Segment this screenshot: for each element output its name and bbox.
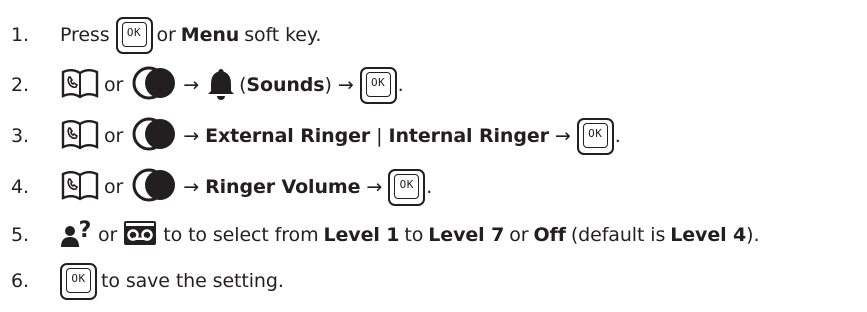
phonebook-icon: [60, 66, 100, 105]
level-7-label: Level 7: [428, 224, 505, 246]
step-text: or: [156, 24, 176, 46]
bell-icon: [207, 66, 235, 105]
off-label: Off: [533, 224, 566, 246]
ok-key-icon: OK: [115, 16, 153, 54]
step-text: ).: [746, 224, 760, 246]
step-text: or: [509, 224, 529, 246]
step-number: 3.: [11, 125, 29, 147]
step-text: or: [98, 224, 118, 246]
separator: |: [376, 125, 383, 147]
paren: (: [239, 74, 247, 96]
external-ringer-label: External Ringer: [205, 125, 371, 147]
period: .: [397, 74, 404, 96]
step-text: Press: [60, 24, 110, 46]
arrow: →: [366, 176, 383, 198]
step-number: 6.: [11, 270, 29, 292]
ringer-volume-label: Ringer Volume: [205, 176, 361, 198]
step-text: or: [104, 125, 124, 147]
ok-key-icon: OK: [388, 168, 426, 206]
answering-machine-icon: [123, 219, 157, 252]
arrow: →: [183, 125, 200, 147]
level-4-label: Level 4: [670, 224, 747, 246]
ok-key-icon: OK: [359, 66, 397, 104]
step-number: 4.: [11, 176, 29, 198]
step-text: or: [104, 74, 124, 96]
volume-knob-icon: [131, 167, 177, 208]
step-text: to save the setting.: [101, 270, 284, 292]
menu-softkey-label: Menu: [180, 24, 240, 46]
arrow: →: [337, 74, 354, 96]
step-text: (default is: [570, 224, 666, 246]
volume-knob-icon: [131, 65, 177, 106]
step-text: soft key.: [244, 24, 322, 46]
internal-ringer-label: Internal Ringer: [388, 125, 549, 147]
sounds-label: Sounds: [246, 74, 325, 96]
step-number: 5.: [11, 224, 29, 246]
phonebook-icon: [60, 117, 100, 156]
phonebook-icon: [60, 168, 100, 207]
step-text: or: [104, 176, 124, 198]
arrow: →: [183, 74, 200, 96]
volume-knob-icon: [131, 116, 177, 157]
arrow: →: [554, 125, 571, 147]
period: .: [426, 176, 433, 198]
arrow: →: [183, 176, 200, 198]
ok-key-icon: OK: [60, 262, 97, 300]
level-1-label: Level 1: [323, 224, 400, 246]
svg-text:?: ?: [79, 218, 92, 243]
step-text: to: [404, 224, 424, 246]
caller-id-icon: ?: [60, 216, 94, 255]
ok-key-icon: OK: [576, 117, 614, 155]
paren: ): [324, 74, 332, 96]
step-number: 1.: [11, 24, 29, 46]
period: .: [614, 125, 621, 147]
step-text: to to select from: [163, 224, 319, 246]
step-number: 2.: [11, 74, 29, 96]
